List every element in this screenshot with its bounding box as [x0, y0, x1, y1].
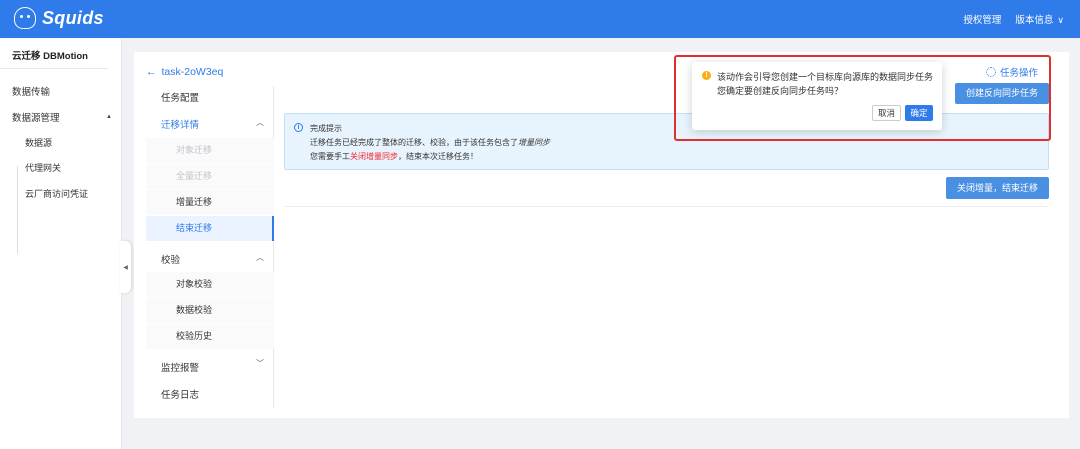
confirm-button[interactable]: 确定	[905, 105, 933, 121]
chevron-up-icon[interactable]: ︿	[256, 117, 264, 128]
task-operations-label: 任务操作	[1000, 68, 1039, 79]
nav-item-incremental-migration[interactable]: 增量迁移	[146, 190, 274, 215]
nav-item-monitoring[interactable]: 监控报警	[161, 360, 199, 374]
task-id: task-2oW3eq	[161, 66, 224, 78]
confirm-popover: ! 该动作会引导您创建一个目标库向源库的数据同步任务 您确定要创建反向同步任务吗…	[692, 62, 942, 130]
popover-message-line1: 该动作会引导您创建一个目标库向源库的数据同步任务	[717, 72, 934, 82]
license-management-link[interactable]: 授权管理	[963, 12, 1001, 26]
nav-group-verify[interactable]: 校验	[161, 252, 180, 266]
top-navigation-bar: Squids 授权管理 版本信息 ∨	[0, 0, 1080, 38]
create-reverse-sync-button[interactable]: 创建反向同步任务	[955, 83, 1049, 104]
nav-item-object-verify[interactable]: 对象校验	[146, 272, 274, 297]
nav-item-end-migration[interactable]: 结束迁移	[146, 216, 274, 241]
chevron-down-icon: ∨	[1057, 15, 1064, 25]
tab-task-config[interactable]: 任务配置	[161, 90, 199, 104]
close-increment-end-migration-button[interactable]: 关闭增量，结束迁移	[946, 177, 1049, 199]
caret-left-icon: ◀	[123, 264, 128, 271]
version-info-label: 版本信息	[1015, 15, 1054, 26]
nav-group-migration[interactable]: 迁移详情	[161, 117, 199, 131]
sidebar-item-cloud-credentials[interactable]: 云厂商访问凭证	[25, 187, 88, 200]
alert-line1-emphasis: 增量同步	[518, 138, 550, 147]
submenu-guide-line	[17, 166, 18, 254]
warning-icon: !	[702, 71, 711, 80]
alert-message-line1: 迁移任务已经完成了整体的迁移、校验，由于该任务包含了增量同步	[310, 137, 550, 148]
task-operations-button[interactable]: 任务操作	[986, 65, 1038, 79]
nav-item-task-log[interactable]: 任务日志	[161, 387, 199, 401]
alert-title: 完成提示	[310, 124, 342, 133]
chevron-up-icon[interactable]: ︿	[256, 252, 264, 263]
sidebar-item-datasource[interactable]: 数据源	[25, 136, 52, 149]
alert-line1-text: 迁移任务已经完成了整体的迁移、校验，由于该任务包含了	[310, 138, 518, 147]
nav-item-verify-history[interactable]: 校验历史	[146, 324, 274, 349]
brand-logo[interactable]: Squids	[14, 7, 104, 29]
chevron-down-icon[interactable]: ﹀	[256, 358, 264, 369]
content-divider	[284, 206, 1049, 207]
sidebar-title: 云迁移 DBMotion	[12, 51, 88, 62]
sidebar-item-datasource-management[interactable]: 数据源管理	[12, 110, 60, 124]
nav-item-data-verify[interactable]: 数据校验	[146, 298, 274, 323]
back-link[interactable]: ← task-2oW3eq	[146, 66, 223, 78]
sidebar-item-proxy-gateway[interactable]: 代理网关	[25, 161, 61, 174]
squid-logo-icon	[14, 7, 36, 29]
alert-line2-highlight: 关闭增量同步	[350, 152, 398, 161]
alert-line2-text: 您需要手工	[310, 152, 350, 161]
arrow-left-icon: ←	[146, 66, 157, 78]
sidebar-item-data-transfer[interactable]: 数据传输	[12, 84, 50, 98]
gear-icon	[986, 67, 996, 77]
alert-message-line2: 您需要手工关闭增量同步，结束本次迁移任务！	[310, 151, 478, 162]
task-detail-nav: 任务配置 迁移详情 ︿ 对象迁移 全量迁移 增量迁移 结束迁移 校验 ︿ 对象校…	[146, 86, 274, 408]
sidebar: 云迁移 DBMotion 数据传输 数据源管理 ▲ 数据源 代理网关 云厂商访问…	[0, 38, 122, 449]
sidebar-collapse-handle[interactable]: ◀	[120, 241, 131, 293]
brand-name: Squids	[42, 7, 104, 28]
nav-item-object-migration[interactable]: 对象迁移	[146, 138, 274, 163]
sidebar-divider	[0, 68, 108, 69]
header-links: 授权管理 版本信息 ∨	[963, 12, 1064, 26]
nav-item-full-migration[interactable]: 全量迁移	[146, 164, 274, 189]
popover-message-line2: 您确定要创建反向同步任务吗？	[717, 86, 844, 96]
info-icon: i	[294, 123, 303, 132]
version-info-menu[interactable]: 版本信息 ∨	[1015, 12, 1064, 26]
alert-line2-suffix: ，结束本次迁移任务！	[398, 152, 478, 161]
cancel-button[interactable]: 取消	[872, 105, 901, 121]
caret-up-icon[interactable]: ▲	[106, 114, 112, 120]
